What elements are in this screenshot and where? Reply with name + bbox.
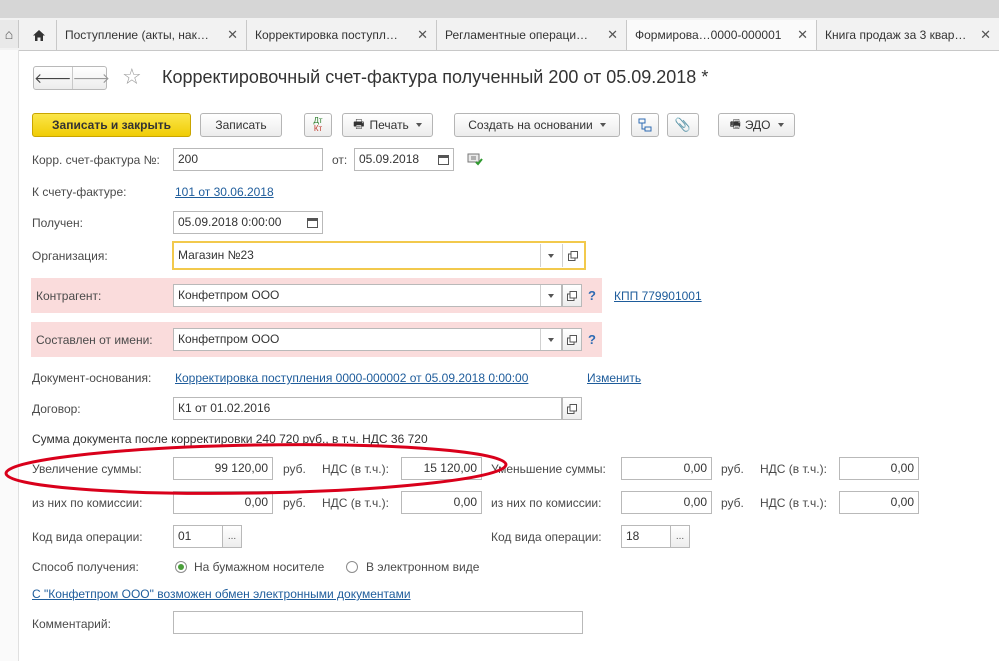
structure-button[interactable] <box>631 113 659 137</box>
contract-field[interactable]: К1 от 01.02.2016 <box>173 397 562 420</box>
opcode-label: Код вида операции: <box>491 530 602 544</box>
tab-postuplenie[interactable]: Поступление (акты, нак… ✕ <box>57 20 247 50</box>
chevron-down-icon[interactable] <box>540 244 561 267</box>
contractor-label: Контрагент: <box>36 289 102 303</box>
opcode-field[interactable]: 01 <box>173 525 223 548</box>
vat-label: НДС (в т.ч.): <box>760 496 827 510</box>
chevron-down-icon[interactable] <box>540 329 561 350</box>
radio-paper[interactable] <box>175 561 187 573</box>
open-icon[interactable] <box>562 244 583 267</box>
tab-kniga-prodazh[interactable]: Книга продаж за 3 квар… ✕ <box>817 20 999 50</box>
radio-electronic-label[interactable]: В электронном виде <box>366 560 479 574</box>
vat-label: НДС (в т.ч.): <box>760 462 827 476</box>
help-icon[interactable]: ? <box>588 288 596 303</box>
change-link[interactable]: Изменить <box>587 371 641 385</box>
calendar-icon[interactable] <box>433 149 453 170</box>
page-title: Корректировочный счет-фактура полученный… <box>162 67 709 87</box>
basis-label: Документ-основания: <box>32 371 152 385</box>
chevron-down-icon <box>777 123 784 127</box>
back-arrow-icon[interactable]: 🡐 <box>34 67 73 89</box>
printer-icon: 🖶 <box>353 116 365 131</box>
dt-kt-icon: Дт Кт <box>313 116 323 133</box>
create-based-button[interactable]: Создать на основании <box>454 113 620 137</box>
opcode-label: Код вида операции: <box>32 530 143 544</box>
comment-field[interactable] <box>173 611 583 634</box>
panel-toggle-icon[interactable]: ⌂ <box>0 20 19 48</box>
close-icon[interactable]: ✕ <box>227 27 238 43</box>
chevron-down-icon <box>599 123 606 127</box>
help-icon[interactable]: ? <box>588 332 596 347</box>
close-icon[interactable]: ✕ <box>980 27 991 43</box>
star-icon[interactable]: ☆ <box>122 64 142 90</box>
contract-label: Договор: <box>32 402 81 416</box>
print-button[interactable]: 🖶 Печать <box>342 113 433 137</box>
close-icon[interactable]: ✕ <box>797 27 808 43</box>
opcode-field[interactable]: 18 <box>621 525 671 548</box>
radio-paper-label[interactable]: На бумажном носителе <box>194 560 324 574</box>
save-close-button[interactable]: Записать и закрыть <box>32 113 191 137</box>
decrease-amount-field[interactable]: 0,00 <box>621 457 712 480</box>
received-label: Получен: <box>32 216 83 230</box>
close-icon[interactable]: ✕ <box>417 27 428 43</box>
select-button[interactable]: ... <box>670 525 690 548</box>
organization-label: Организация: <box>32 249 108 263</box>
chevron-down-icon <box>415 123 422 127</box>
contractor-field[interactable]: Конфетпром ООО <box>173 284 562 307</box>
issued-field[interactable]: Конфетпром ООО <box>173 328 562 351</box>
dt-kt-button[interactable]: Дт Кт <box>304 113 332 137</box>
tab-reglament[interactable]: Регламентные операци… ✕ <box>437 20 627 50</box>
date-from-label: от: <box>332 153 348 167</box>
edo-exchange-link[interactable]: С "Конфетпром ООО" возможен обмен электр… <box>32 587 411 601</box>
nav-buttons: 🡐 🡒 <box>33 66 110 90</box>
to-invoice-link[interactable]: 101 от 30.06.2018 <box>175 185 274 199</box>
comment-label: Комментарий: <box>32 617 111 631</box>
commission-decrease-vat-field[interactable]: 0,00 <box>839 491 919 514</box>
rub-label: руб. <box>721 462 744 476</box>
open-icon[interactable] <box>562 328 582 351</box>
eds-status-icon[interactable] <box>467 152 483 169</box>
close-icon[interactable]: ✕ <box>607 27 618 43</box>
chevron-down-icon[interactable] <box>540 285 561 306</box>
save-button[interactable]: Записать <box>200 113 282 137</box>
kpp-link[interactable]: КПП 779901001 <box>614 289 702 303</box>
calendar-icon[interactable] <box>302 212 322 233</box>
method-label: Способ получения: <box>32 560 139 574</box>
window-top-strip <box>0 0 999 18</box>
open-icon[interactable] <box>562 284 582 307</box>
home-icon <box>33 29 45 41</box>
to-invoice-label: К счету-фактуре: <box>32 185 127 199</box>
basis-link[interactable]: Корректировка поступления 0000-000002 от… <box>175 371 528 385</box>
open-icon[interactable] <box>562 397 582 420</box>
forward-arrow-icon[interactable]: 🡒 <box>73 67 111 89</box>
printer-icon: 🖷 <box>729 116 741 131</box>
attach-button[interactable]: 📎 <box>667 113 699 137</box>
home-tab[interactable] <box>22 20 57 50</box>
structure-icon <box>638 118 652 132</box>
tab-formirovanie[interactable]: Формирова…0000-000001 ✕ <box>627 20 817 50</box>
rub-label: руб. <box>721 496 744 510</box>
invoice-number-field[interactable]: 200 <box>173 148 323 171</box>
issued-label: Составлен от имени: <box>36 333 153 347</box>
radio-electronic[interactable] <box>346 561 358 573</box>
invoice-number-label: Корр. счет-фактура №: <box>32 153 160 167</box>
annotation-ellipse <box>4 443 508 495</box>
left-gutter <box>0 50 19 661</box>
edo-button[interactable]: 🖷 ЭДО <box>718 113 795 137</box>
select-button[interactable]: ... <box>222 525 242 548</box>
commission-decrease-field[interactable]: 0,00 <box>621 491 712 514</box>
paperclip-icon: 📎 <box>674 117 692 132</box>
received-date-field[interactable]: 05.09.2018 0:00:00 <box>173 211 323 234</box>
tab-korrektirovka[interactable]: Корректировка поступл… ✕ <box>247 20 437 50</box>
organization-field[interactable]: Магазин №23 <box>172 241 586 270</box>
decrease-vat-field[interactable]: 0,00 <box>839 457 919 480</box>
